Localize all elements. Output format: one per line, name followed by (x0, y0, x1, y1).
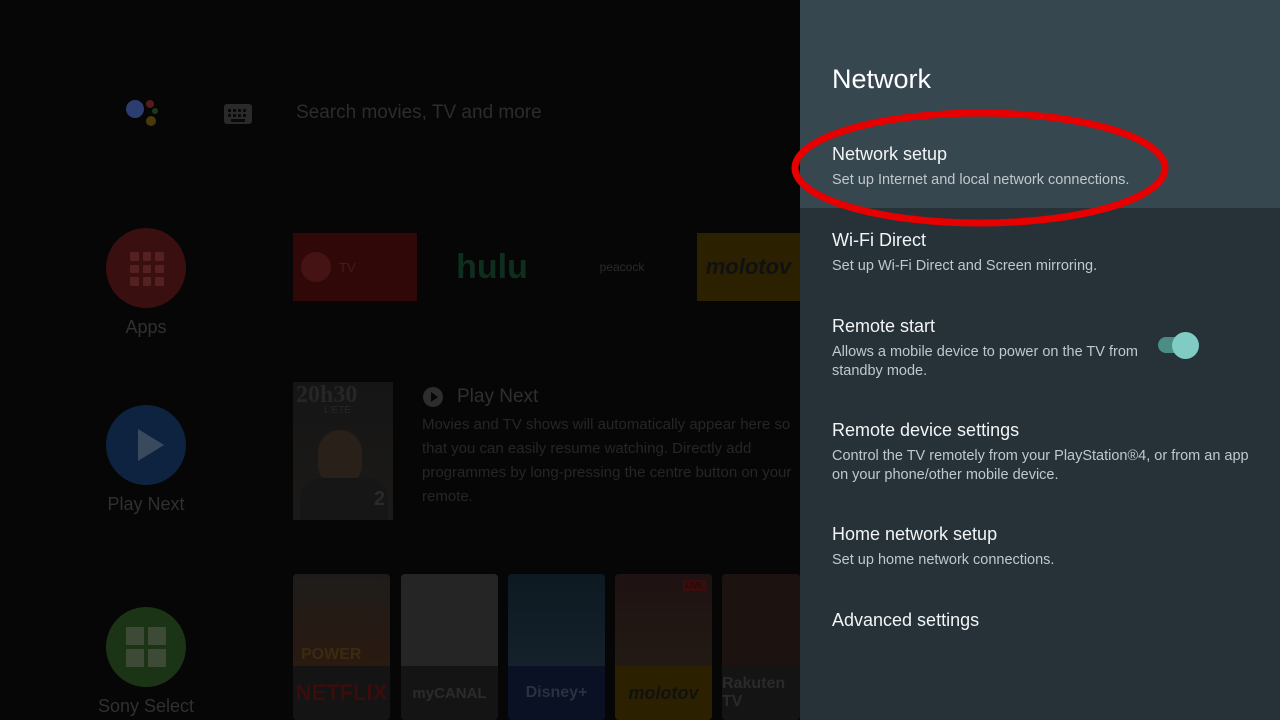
menu-item-advanced-settings[interactable]: Advanced settings (800, 590, 1280, 652)
channel-molotov[interactable]: molotov (697, 233, 800, 301)
menu-item-title: Wi-Fi Direct (832, 230, 926, 250)
menu-item-description: Allows a mobile device to power on the T… (832, 344, 1138, 379)
poster-art (508, 574, 605, 666)
poster-disney[interactable]: Disney+ (508, 574, 605, 720)
poster-title: POWER (301, 646, 362, 663)
disney-plus-logo: Disney+ (508, 666, 605, 720)
poster-art (722, 574, 800, 666)
keyboard-icon[interactable] (224, 104, 252, 124)
menu-item-description: Set up Wi-Fi Direct and Screen mirroring… (832, 258, 1098, 274)
channel-hulu[interactable]: hulu (430, 233, 554, 301)
menu-item-description: Control the TV remotely from your PlaySt… (832, 448, 1249, 483)
live-badge: LIVE (682, 580, 706, 591)
menu-item-description: Set up home network connections. (832, 552, 1055, 568)
search-bar[interactable]: Search movies, TV and more (296, 102, 542, 124)
toggle-knob[interactable] (1172, 332, 1199, 359)
apps-grid-icon (130, 252, 164, 286)
play-next-description: Movies and TV shows will automatically a… (422, 416, 792, 505)
channel-peacock[interactable]: peacock (560, 233, 684, 301)
menu-item-title: Home network setup (832, 524, 998, 544)
play-next-icon (423, 387, 443, 407)
menu-item-remote-device-settings[interactable]: Remote device settings Control the TV re… (800, 398, 1280, 502)
play-next-tile[interactable] (106, 405, 186, 485)
rakuten-logo: Rakuten TV (722, 675, 786, 710)
google-assistant-icon (124, 96, 168, 136)
channel-tv[interactable]: TV (293, 233, 417, 301)
channel-tv-label: TV (339, 259, 356, 275)
poster-rakuten[interactable]: Rakuten TV (722, 574, 800, 720)
poster-molotov[interactable]: LIVE molotov (615, 574, 712, 720)
play-icon (138, 429, 164, 461)
promo-channel-badge: 2 (374, 488, 386, 510)
menu-item-title: Network setup (832, 144, 948, 164)
menu-item-network-setup[interactable]: Network setup Set up Internet and local … (800, 122, 1280, 208)
panel-title: Network (832, 64, 932, 94)
home-screen-background: Search movies, TV and more Apps Play Nex… (0, 0, 800, 720)
netflix-logo: NETFLIX (295, 680, 388, 705)
play-next-label: Play Next (107, 494, 185, 514)
menu-item-description: Set up Internet and local network connec… (832, 172, 1130, 188)
menu-item-title: Advanced settings (832, 610, 980, 630)
poster-art (401, 574, 498, 666)
molotov-logo: molotov (615, 666, 712, 720)
network-settings-panel: Network Network setup Set up Internet an… (800, 0, 1280, 720)
panel-header: Network (800, 0, 1280, 122)
poster-netflix[interactable]: POWER NETFLIX (293, 574, 390, 720)
menu-item-wifi-direct[interactable]: Wi-Fi Direct Set up Wi-Fi Direct and Scr… (800, 208, 1280, 294)
promo-face-image (318, 430, 362, 484)
sony-select-label: Sony Select (97, 696, 195, 716)
sony-select-tile[interactable] (106, 607, 186, 687)
tv-icon (301, 252, 331, 282)
apps-tile[interactable] (106, 228, 186, 308)
menu-item-remote-start[interactable]: Remote start Allows a mobile device to p… (800, 294, 1280, 396)
play-next-heading: Play Next (457, 386, 539, 407)
promo-subtitle: L'ETE (324, 405, 351, 416)
poster-mycanal[interactable]: myCANAL (401, 574, 498, 720)
apps-label: Apps (125, 317, 167, 337)
sony-select-icon (126, 627, 166, 667)
menu-item-title: Remote device settings (832, 420, 1020, 440)
menu-item-title: Remote start (832, 316, 936, 336)
mycanal-logo: myCANAL (412, 684, 487, 702)
menu-item-home-network-setup[interactable]: Home network setup Set up home network c… (800, 502, 1280, 588)
